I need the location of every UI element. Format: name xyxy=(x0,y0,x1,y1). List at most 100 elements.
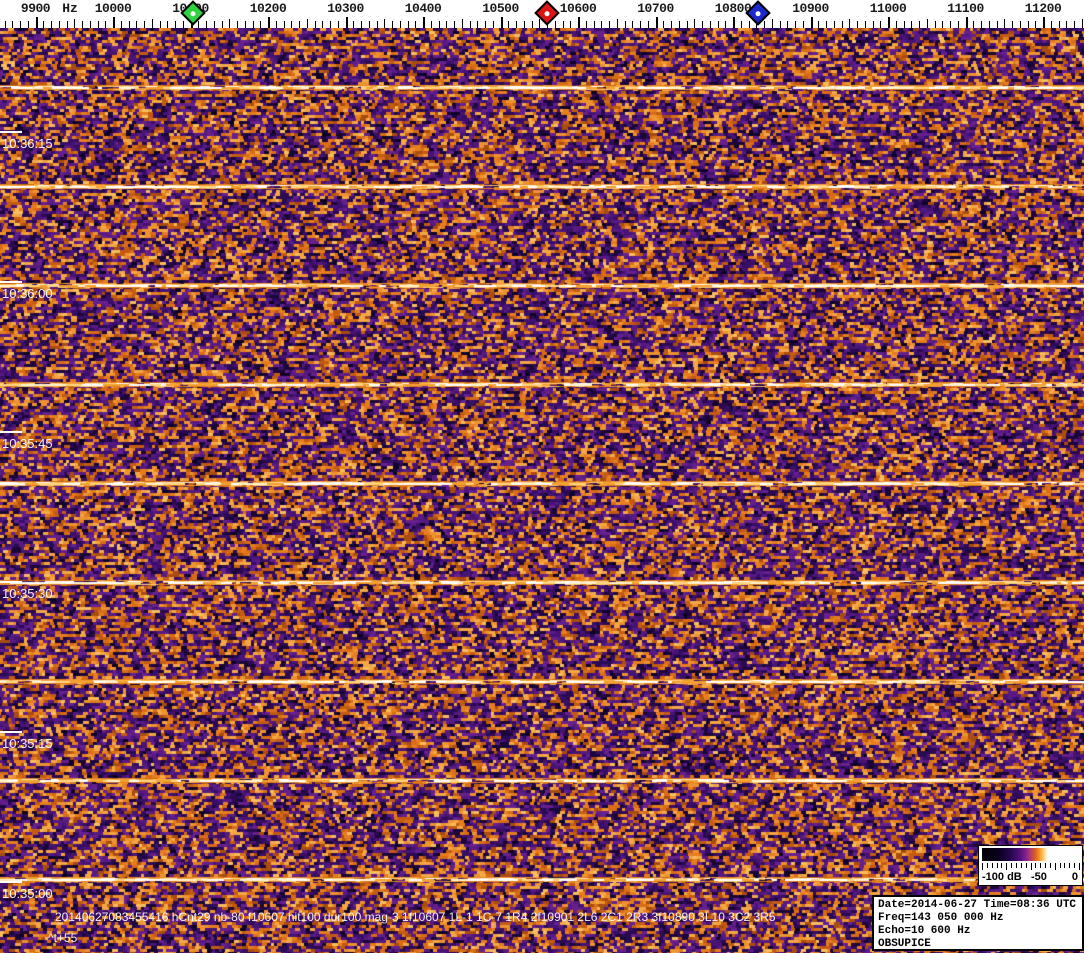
db-scale-tick xyxy=(991,863,993,868)
freq-tick-label: 10200 xyxy=(249,1,287,16)
freq-tick xyxy=(1028,21,1029,28)
freq-tick xyxy=(826,21,827,28)
db-scale-tick xyxy=(1054,863,1056,870)
time-label: 10:35:15 xyxy=(2,736,53,751)
freq-tick xyxy=(245,21,246,28)
freq-tick xyxy=(1020,21,1021,28)
freq-tick-label: 10600 xyxy=(559,1,597,16)
time-tick xyxy=(0,131,22,133)
freq-tick xyxy=(578,17,580,28)
freq-tick xyxy=(346,17,348,28)
speclab-waterfall-window: Hz 9900100001010010200103001040010500106… xyxy=(0,0,1084,953)
freq-tick xyxy=(880,21,881,28)
time-label: 10:35:00 xyxy=(2,886,53,901)
freq-tick xyxy=(315,21,316,28)
freq-tick xyxy=(834,21,835,28)
spectrogram-waterfall xyxy=(0,28,1084,953)
db-scale-tick xyxy=(1079,863,1080,870)
db-scale-tick xyxy=(1006,863,1008,870)
freq-tick xyxy=(601,21,602,28)
freq-tick xyxy=(1035,21,1036,28)
freq-tick xyxy=(477,21,478,28)
time-label: 10:35:45 xyxy=(2,436,53,451)
db-scale-tick xyxy=(1020,863,1022,868)
freq-tick xyxy=(276,21,277,28)
freq-tick xyxy=(911,21,912,28)
freq-tick xyxy=(454,21,455,28)
freq-tick xyxy=(617,19,618,28)
freq-tick xyxy=(20,21,21,28)
frequency-axis: Hz 9900100001010010200103001040010500106… xyxy=(0,0,1084,28)
freq-tick xyxy=(842,21,843,28)
freq-tick xyxy=(105,21,106,28)
freq-tick xyxy=(291,21,292,28)
freq-tick xyxy=(555,21,556,28)
db-scale-tick xyxy=(1015,863,1017,868)
time-tick xyxy=(0,281,22,283)
freq-tick xyxy=(5,21,6,28)
event-annotation: 20140627083455416 hCnt29 nb-80 f10607 hi… xyxy=(55,910,776,924)
freq-tick xyxy=(764,21,765,28)
db-scale-tick xyxy=(1045,863,1047,868)
freq-tick xyxy=(741,21,742,28)
freq-tick xyxy=(229,19,230,28)
freq-tick xyxy=(322,21,323,28)
freq-tick xyxy=(353,21,354,28)
freq-tick xyxy=(67,21,68,28)
freq-tick xyxy=(663,21,664,28)
freq-tick xyxy=(811,17,813,28)
db-scale-tick xyxy=(1025,863,1027,868)
freq-tick xyxy=(237,21,238,28)
freq-tick xyxy=(1066,21,1067,28)
freq-tick xyxy=(415,21,416,28)
db-scale-tick xyxy=(1011,863,1013,868)
freq-tick xyxy=(43,21,44,28)
freq-tick xyxy=(446,21,447,28)
info-line: Freq=143 050 000 Hz xyxy=(878,912,1004,924)
freq-tick xyxy=(594,21,595,28)
freq-tick xyxy=(28,21,29,28)
freq-tick xyxy=(524,21,525,28)
freq-tick-label: 11000 xyxy=(869,1,907,16)
freq-tick xyxy=(625,21,626,28)
freq-tick xyxy=(1051,21,1052,28)
freq-tick xyxy=(609,21,610,28)
freq-tick xyxy=(656,17,658,28)
freq-tick xyxy=(679,21,680,28)
station-info-panel: Date=2014-06-27 Time=08:36 UTC Freq=143 0… xyxy=(872,895,1084,951)
info-line: Date=2014-06-27 Time=08:36 UTC xyxy=(878,899,1077,911)
db-scale-tick xyxy=(1069,863,1071,868)
freq-tick xyxy=(175,21,176,28)
freq-tick xyxy=(268,17,270,28)
freq-tick xyxy=(144,21,145,28)
freq-tick xyxy=(1043,17,1045,28)
freq-tick xyxy=(795,21,796,28)
freq-tick xyxy=(857,21,858,28)
freq-tick xyxy=(586,21,587,28)
freq-tick xyxy=(780,21,781,28)
db-scale-tick xyxy=(1074,863,1076,868)
freq-tick xyxy=(919,21,920,28)
db-scale-tick xyxy=(982,863,983,870)
freq-tick-label: 10700 xyxy=(637,1,674,16)
freq-tick xyxy=(539,19,540,28)
db-scale-tick xyxy=(1064,863,1066,868)
freq-tick xyxy=(973,21,974,28)
db-gradient-bar xyxy=(982,848,1080,861)
freq-tick xyxy=(873,21,874,28)
freq-tick xyxy=(330,21,331,28)
freq-tick xyxy=(98,21,99,28)
freq-tick xyxy=(702,21,703,28)
freq-tick xyxy=(725,21,726,28)
freq-tick xyxy=(1074,21,1075,28)
time-tick xyxy=(0,431,22,433)
freq-tick xyxy=(865,21,866,28)
db-scale-tick xyxy=(1035,863,1037,868)
freq-tick xyxy=(129,21,130,28)
freq-tick xyxy=(749,21,750,28)
freq-tick xyxy=(942,21,943,28)
time-tick xyxy=(0,581,22,583)
freq-tick-label: 10300 xyxy=(327,1,364,16)
time-label: 10:36:00 xyxy=(2,286,53,301)
freq-tick xyxy=(198,21,199,28)
